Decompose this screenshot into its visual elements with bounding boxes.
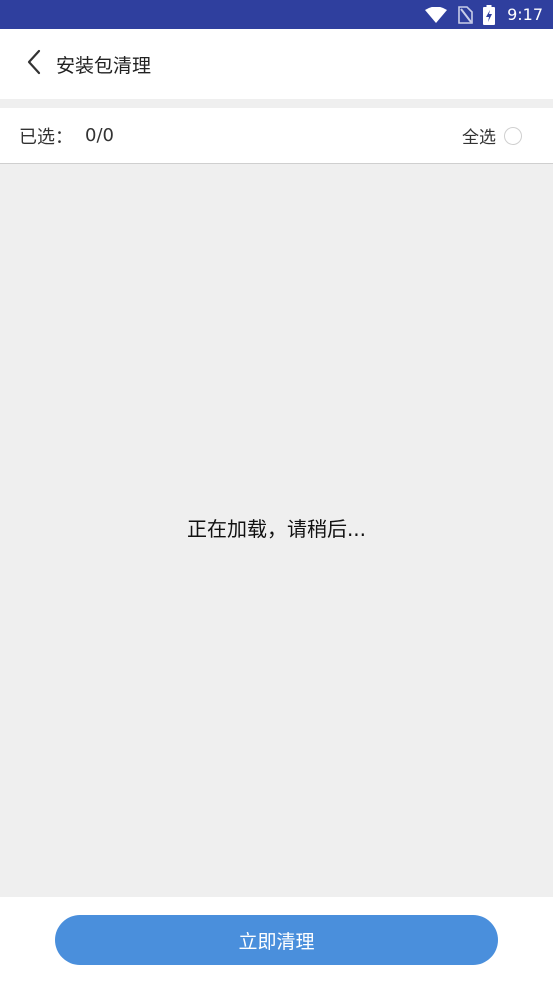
selection-bar: 已选： 0/0 全选	[0, 108, 553, 164]
screen: 9:17 安装包清理 已选： 0/0 全选 正在加载，请稍后... 立即清理	[0, 0, 553, 983]
content-area: 正在加载，请稍后...	[0, 165, 553, 897]
page-title: 安装包清理	[56, 54, 152, 77]
status-bar: 9:17	[0, 0, 553, 29]
no-sim-icon	[457, 5, 473, 24]
status-time: 9:17	[507, 5, 543, 24]
battery-charging-icon	[483, 4, 496, 25]
selected-label: 已选：	[19, 126, 73, 148]
select-all-label: 全选	[462, 128, 496, 148]
footer: 立即清理	[0, 897, 553, 983]
selected-info: 已选： 0/0	[19, 123, 114, 149]
select-all-radio[interactable]	[504, 126, 522, 145]
clean-now-button[interactable]: 立即清理	[55, 915, 498, 965]
selected-count: 0/0	[85, 125, 114, 146]
wifi-icon	[425, 6, 448, 23]
header-divider	[0, 99, 553, 108]
app-header: 安装包清理	[0, 29, 553, 99]
back-button[interactable]	[10, 29, 58, 99]
select-all-toggle[interactable]: 全选	[462, 123, 522, 148]
chevron-left-icon	[27, 49, 41, 79]
loading-text: 正在加载，请稍后...	[186, 516, 367, 541]
